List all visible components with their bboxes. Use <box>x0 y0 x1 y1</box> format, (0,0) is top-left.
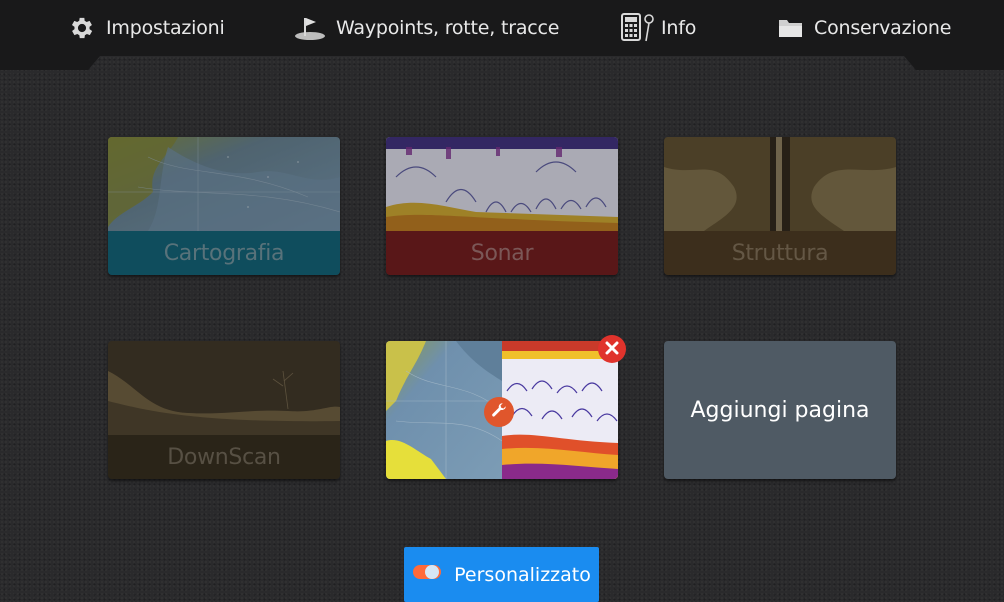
combo-sonar-view <box>502 341 618 479</box>
gear-icon <box>68 14 96 42</box>
menu-bar-edge-left <box>0 56 100 70</box>
close-icon <box>605 340 619 359</box>
page-tile-chart-sonar-combo[interactable] <box>386 335 626 479</box>
menu-settings[interactable]: Impostazioni <box>68 0 225 56</box>
menu-waypoints-label: Waypoints, rotte, tracce <box>336 17 560 39</box>
toggle-icon <box>412 563 442 586</box>
calculator-info-icon <box>621 13 657 43</box>
add-page-label: Aggiungi pagina <box>690 397 870 423</box>
menu-waypoints[interactable]: Waypoints, rotte, tracce <box>294 0 559 56</box>
page-tile-downscan[interactable]: DownScan <box>108 341 340 479</box>
tile-label-sonar: Sonar <box>386 231 618 275</box>
custom-mode-button[interactable]: Personalizzato <box>404 547 599 602</box>
downscan-thumbnail <box>108 341 340 435</box>
menu-settings-label: Impostazioni <box>106 17 225 39</box>
page-tile-structure[interactable]: Struttura <box>664 137 896 275</box>
wrench-icon <box>490 401 508 423</box>
menu-bar-edge-right <box>904 56 1004 70</box>
waypoint-flag-icon <box>294 15 326 41</box>
folder-icon <box>778 17 804 39</box>
page-tile-sonar[interactable]: Sonar <box>386 137 618 275</box>
chart-thumbnail <box>108 137 340 231</box>
remove-page-button[interactable] <box>598 335 626 363</box>
custom-mode-label: Personalizzato <box>454 563 591 586</box>
page-tile-chart[interactable]: Cartografia <box>108 137 340 275</box>
menu-storage-label: Conservazione <box>814 17 952 39</box>
tile-label-structure: Struttura <box>664 231 896 275</box>
menu-info[interactable]: Info <box>621 0 696 56</box>
structure-thumbnail <box>664 137 896 231</box>
add-page-button[interactable]: Aggiungi pagina <box>664 341 896 479</box>
menu-storage[interactable]: Conservazione <box>778 0 951 56</box>
menu-info-label: Info <box>661 17 697 39</box>
tile-label-chart: Cartografia <box>108 231 340 275</box>
edit-page-button[interactable] <box>484 397 514 427</box>
sonar-thumbnail <box>386 137 618 231</box>
tile-label-downscan: DownScan <box>108 435 340 479</box>
